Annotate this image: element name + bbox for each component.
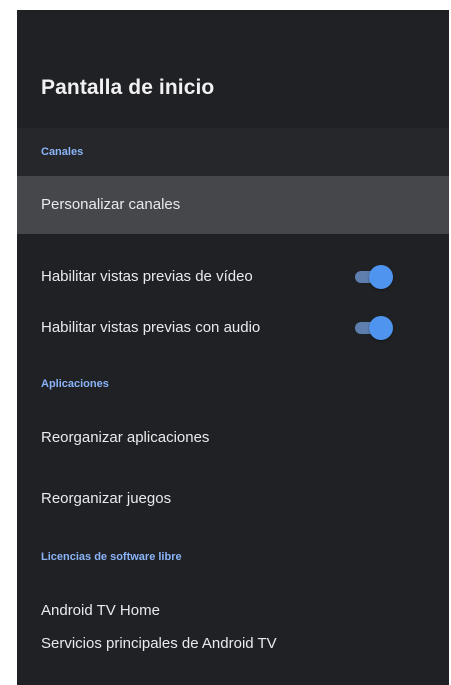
item-label: Personalizar canales: [41, 196, 181, 213]
video-previews-item[interactable]: Habilitar vistas previas de vídeo: [17, 248, 449, 306]
item-label: Habilitar vistas previas de vídeo: [41, 268, 253, 285]
section-header-licencias: Licencias de software libre: [41, 551, 182, 563]
item-label: Reorganizar juegos: [41, 490, 172, 507]
video-previews-toggle[interactable]: [355, 265, 393, 289]
item-label: Reorganizar aplicaciones: [41, 429, 210, 446]
section-header-canales: Canales: [17, 128, 449, 176]
reorganize-games-item[interactable]: Reorganizar juegos: [17, 470, 449, 528]
reorganize-apps-item[interactable]: Reorganizar aplicaciones: [17, 409, 449, 467]
android-tv-core-services-item[interactable]: Servicios principales de Android TV: [17, 615, 449, 673]
toggle-thumb: [369, 316, 393, 340]
audio-previews-toggle[interactable]: [355, 316, 393, 340]
settings-panel: Pantalla de inicio Canales Personalizar …: [17, 10, 449, 685]
audio-previews-item[interactable]: Habilitar vistas previas con audio: [17, 299, 449, 357]
item-label: Habilitar vistas previas con audio: [41, 319, 261, 336]
personalize-channels-item[interactable]: Personalizar canales: [17, 176, 449, 234]
item-label: Servicios principales de Android TV: [41, 635, 277, 652]
section-header-aplicaciones: Aplicaciones: [41, 378, 109, 390]
page-title: Pantalla de inicio: [41, 76, 215, 99]
toggle-thumb: [369, 265, 393, 289]
